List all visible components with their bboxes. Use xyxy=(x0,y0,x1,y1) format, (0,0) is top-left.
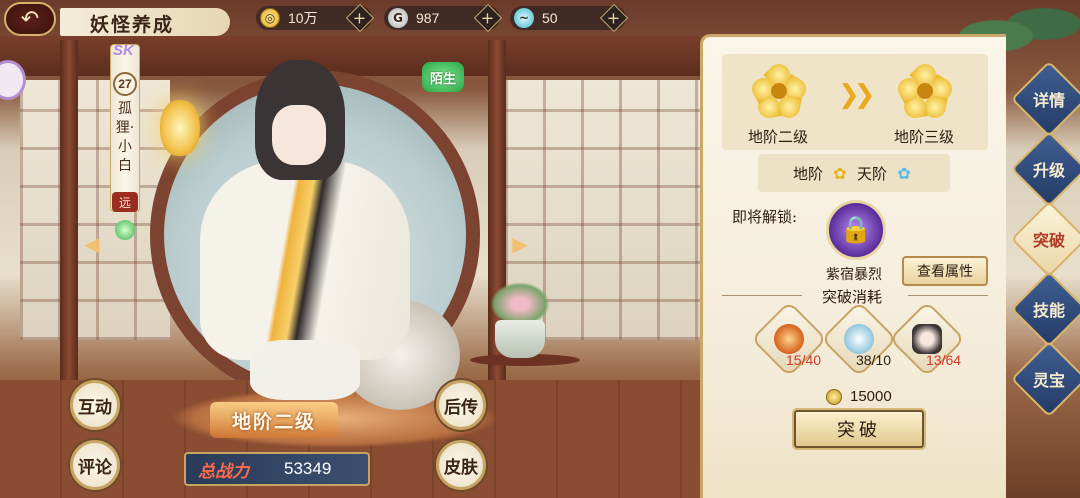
flower-pot xyxy=(495,320,545,358)
lattice-window-left xyxy=(20,80,170,340)
back-button[interactable]: ↶ xyxy=(4,2,56,36)
current-rank-flower-icon xyxy=(747,59,811,120)
unlock-label: 即将解锁: xyxy=(732,208,798,226)
interact-label: 互动 xyxy=(78,397,112,418)
tab-treasure-label: 灵宝 xyxy=(1032,371,1065,390)
jade-swirl-icon: ~ xyxy=(514,8,534,28)
tab-breakthrough-label: 突破 xyxy=(1032,231,1065,250)
prev-character-arrow-icon[interactable]: ◀ xyxy=(82,232,102,256)
silver-amount: 987 xyxy=(416,10,440,26)
power-value: 53349 xyxy=(284,459,332,478)
cost-title: 突破消耗 xyxy=(822,288,883,306)
rarity-badge: SK xyxy=(113,42,134,59)
character-name: 孤狸·小白 xyxy=(115,101,135,174)
side-nav: 详情 升级 突破 技能 灵宝 xyxy=(1008,40,1080,498)
add-gold-button[interactable]: + xyxy=(345,3,375,33)
tab-skills-label: 技能 xyxy=(1032,301,1065,320)
level-badge: 27 xyxy=(113,72,137,96)
gold-cost-row: 15000 xyxy=(826,388,892,405)
character-illustration[interactable] xyxy=(160,50,460,410)
gold-cost-value: 15000 xyxy=(850,388,892,405)
page-title: 妖怪养成 xyxy=(90,14,175,36)
tier-row: 地阶 ✿ 天阶 ✿ xyxy=(758,154,950,192)
skill-name: 紫宿暴烈 xyxy=(826,267,882,283)
backstory-label: 后传 xyxy=(444,397,478,418)
gold-coin-icon xyxy=(826,388,842,405)
backstory-button[interactable]: 后传 xyxy=(436,380,486,430)
comment-label: 评论 xyxy=(78,457,112,478)
comment-button[interactable]: 评论 xyxy=(70,440,120,490)
arrow-forward-icon: ❯❯ xyxy=(838,80,875,110)
silver-coin-icon: G xyxy=(388,8,408,28)
add-silver-button[interactable]: + xyxy=(473,3,503,33)
gold-coin-icon: ◎ xyxy=(260,8,280,28)
skin-button[interactable]: 皮肤 xyxy=(436,440,486,490)
range-tag: 远 xyxy=(112,192,138,212)
relation-badge[interactable]: 陌生 xyxy=(422,62,464,92)
back-arrow-icon: ↶ xyxy=(20,6,40,32)
tab-upgrade-label: 升级 xyxy=(1032,161,1065,180)
next-character-arrow-icon[interactable]: ▶ xyxy=(510,232,530,256)
power-bar: 总战力 53349 xyxy=(184,452,370,486)
current-rank-label: 地阶二级 xyxy=(748,128,809,146)
character-legs xyxy=(250,340,360,400)
breakthrough-button[interactable]: 突破 xyxy=(792,408,926,450)
tier-earth-label: 地阶 xyxy=(792,164,823,183)
character-robe xyxy=(200,160,410,360)
material-count-amber: 15/40 xyxy=(786,352,822,368)
divider-right xyxy=(908,295,988,296)
currency-jade: ~ 50 + xyxy=(510,3,629,33)
pillar-left xyxy=(60,40,78,420)
gold-amount: 10万 xyxy=(288,10,318,26)
earth-tier-flower-icon: ✿ xyxy=(833,163,847,183)
heaven-tier-flower-icon: ✿ xyxy=(897,163,911,183)
interact-button[interactable]: 互动 xyxy=(70,380,120,430)
currency-silver: G 987 + xyxy=(384,3,503,33)
element-orb-icon xyxy=(115,220,135,240)
divider-left xyxy=(722,295,802,296)
next-rank-label: 地阶三级 xyxy=(894,128,955,146)
material-count-crystal: 38/10 xyxy=(856,352,892,368)
tier-heaven-label: 天阶 xyxy=(857,164,888,183)
currency-gold: ◎ 10万 + xyxy=(256,3,375,33)
power-label: 总战力 xyxy=(198,461,249,482)
add-jade-button[interactable]: + xyxy=(599,3,629,33)
next-rank-flower-icon xyxy=(893,59,957,120)
tab-details-label: 详情 xyxy=(1032,91,1065,110)
jade-amount: 50 xyxy=(542,10,558,26)
top-bar: ↶ 妖怪养成 ◎ 10万 + G 987 + ~ 50 + xyxy=(0,0,1080,36)
lock-skill-icon[interactable]: 🔒 xyxy=(826,200,886,260)
character-face xyxy=(272,105,326,165)
material-count-fox: 13/64 xyxy=(926,352,962,368)
skin-label: 皮肤 xyxy=(444,457,478,478)
stage-label: 地阶二级 xyxy=(210,402,338,438)
view-attributes-button[interactable]: 查看属性 xyxy=(902,256,988,286)
